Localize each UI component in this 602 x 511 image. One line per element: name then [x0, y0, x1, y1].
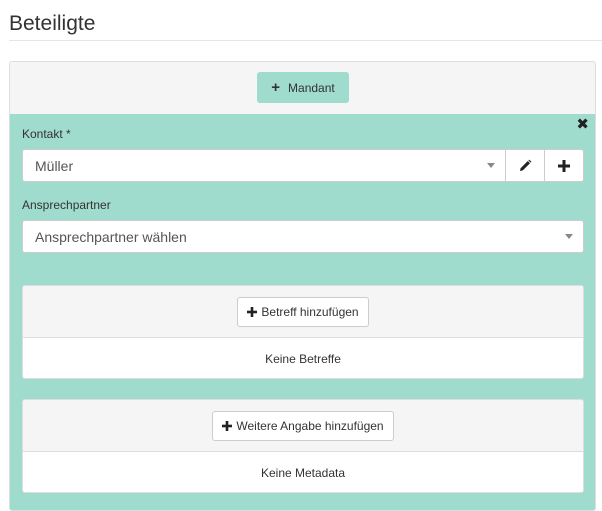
panel-header: + Mandant: [10, 62, 595, 114]
plus-icon: [247, 306, 258, 317]
add-metadata-button[interactable]: Weitere Angabe hinzufügen: [212, 410, 394, 441]
kontakt-value: Müller: [35, 157, 74, 174]
add-kontakt-button[interactable]: [544, 150, 583, 181]
title-divider: [9, 40, 602, 41]
chevron-down-icon: [487, 163, 495, 168]
edit-kontakt-button[interactable]: [505, 150, 544, 181]
ansprechpartner-placeholder: Ansprechpartner wählen: [35, 228, 187, 245]
betreff-empty-text: Keine Betreffe: [265, 352, 341, 366]
ansprechpartner-input-group: Ansprechpartner wählen: [22, 220, 584, 253]
ansprechpartner-label: Ansprechpartner: [22, 198, 111, 212]
plus-icon: +: [271, 79, 281, 96]
add-mandant-button[interactable]: + Mandant: [257, 72, 349, 103]
metadata-panel: Weitere Angabe hinzufügen Keine Metadata: [22, 399, 584, 493]
ansprechpartner-select[interactable]: Ansprechpartner wählen: [23, 221, 583, 252]
metadata-panel-header: Weitere Angabe hinzufügen: [23, 400, 583, 452]
add-betreff-label: Betreff hinzufügen: [261, 304, 359, 319]
kontakt-select[interactable]: Müller: [23, 150, 505, 181]
chevron-down-icon: [565, 234, 573, 239]
close-icon[interactable]: ✖: [576, 117, 589, 132]
add-betreff-button[interactable]: Betreff hinzufügen: [237, 296, 369, 327]
add-metadata-label: Weitere Angabe hinzufügen: [236, 418, 384, 433]
plus-icon: [558, 159, 570, 172]
kontakt-label: Kontakt *: [22, 127, 71, 141]
mandant-party-block: ✖ Kontakt * Müller Ansprechpartner Anspr…: [10, 114, 595, 510]
plus-icon: [222, 420, 233, 431]
metadata-empty-text: Keine Metadata: [260, 466, 346, 480]
add-mandant-label: Mandant: [288, 80, 335, 95]
page-title: Beteiligte: [9, 12, 96, 35]
kontakt-input-group: Müller: [22, 149, 584, 182]
pencil-icon: [520, 159, 532, 171]
beteiligte-panel: + Mandant ✖ Kontakt * Müller Ansprechpar…: [9, 61, 596, 511]
betreff-panel-header: Betreff hinzufügen: [23, 286, 583, 338]
betreff-panel: Betreff hinzufügen Keine Betreffe: [22, 285, 584, 379]
